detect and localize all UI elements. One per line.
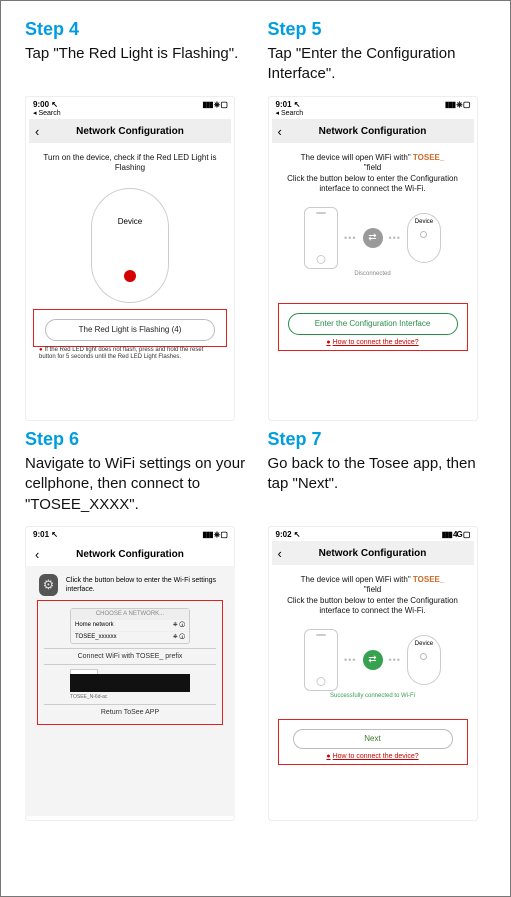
wifi-ssid-text: TOSEE_N-6d-ac <box>70 694 190 700</box>
gear-icon: ⚙ <box>39 574 58 596</box>
mini-device-icon: Device <box>407 213 441 263</box>
step6-title: Step 6 <box>25 429 250 450</box>
step5-title: Step 5 <box>268 19 493 40</box>
device-illustration: Device <box>91 188 169 303</box>
mini-phone-icon <box>304 629 338 691</box>
step5: Step 5 Tap "Enter the Configuration Inte… <box>268 19 493 421</box>
link-connected-icon: ⇄ <box>363 650 383 670</box>
step4-instruction: Turn on the device, check if the Red LED… <box>31 149 229 178</box>
connection-diagram: ••• ⇄ ••• Device <box>274 207 472 269</box>
status-icons: ▮▮▮ ⎈ ▢ <box>202 100 227 117</box>
nav-bar: ‹ Network Configuration <box>272 119 474 143</box>
step7-desc: Go back to the Tosee app, then tap "Next… <box>268 454 493 516</box>
status-bar: 9:01 ↖◂ Search ▮▮▮ ⎈ ▢ <box>268 96 478 117</box>
status-bar: 9:00 ↖◂ Search ▮▮▮ ⎈ ▢ <box>25 96 235 117</box>
status-icons: ▮▮▮ ⎈ ▢ <box>202 530 227 540</box>
mini-phone-icon <box>304 207 338 269</box>
red-led-icon <box>124 270 136 282</box>
nav-title: Network Configuration <box>76 126 184 137</box>
next-button[interactable]: Next <box>293 729 453 749</box>
enter-config-button[interactable]: Enter the Configuration Interface <box>288 313 458 335</box>
how-to-connect-link[interactable]: ●How to connect the device? <box>283 339 463 346</box>
step4-warning: ●If the Red LED light does not flash, pr… <box>31 347 229 362</box>
step7: Step 7 Go back to the Tosee app, then ta… <box>268 429 493 821</box>
connected-label: Successfully connected to Wi-Fi <box>274 693 472 699</box>
step5-highlight: Enter the Configuration Interface ●How t… <box>278 303 468 351</box>
step5-msg: The device will open WiFi with" TOSEE_ "… <box>274 149 472 199</box>
step4-title: Step 4 <box>25 19 250 40</box>
back-icon[interactable]: ‹ <box>278 546 282 561</box>
step7-title: Step 7 <box>268 429 493 450</box>
disconnected-label: Disconnected <box>274 271 472 277</box>
status-icons: ▮▮▮ ⎈ ▢ <box>445 100 470 117</box>
nav-title: Network Configuration <box>76 549 184 560</box>
connect-prefix-label: Connect WiFi with TOSEE_ prefix <box>38 653 222 660</box>
step7-highlight: Next ●How to connect the device? <box>278 719 468 765</box>
step4-highlight: The Red Light is Flashing (4) <box>33 309 227 347</box>
red-light-flashing-button[interactable]: The Red Light is Flashing (4) <box>45 319 215 341</box>
return-app-label: Return ToSee APP <box>38 709 222 716</box>
wifi-networks-list[interactable]: CHOOSE A NETWORK... Home network⎈ ⓘ TOSE… <box>70 608 190 644</box>
status-bar: 9:01 ↖ ▮▮▮ ⎈ ▢ <box>25 526 235 540</box>
back-icon[interactable]: ‹ <box>35 124 39 139</box>
back-icon[interactable]: ‹ <box>35 547 39 562</box>
connection-diagram: ••• ⇄ ••• Device <box>274 629 472 691</box>
step6-desc: Navigate to WiFi settings on your cellph… <box>25 454 250 516</box>
back-search-label[interactable]: ◂ Search <box>33 109 61 117</box>
step5-phone: 9:01 ↖◂ Search ▮▮▮ ⎈ ▢ ‹ Network Configu… <box>268 96 478 421</box>
step6: Step 6 Navigate to WiFi settings on your… <box>25 429 250 821</box>
nav-bar: ‹ Network Configuration <box>29 542 231 566</box>
how-to-connect-link[interactable]: ●How to connect the device? <box>283 753 463 760</box>
back-icon[interactable]: ‹ <box>278 124 282 139</box>
step4-phone: 9:00 ↖◂ Search ▮▮▮ ⎈ ▢ ‹ Network Configu… <box>25 96 235 421</box>
nav-title: Network Configuration <box>319 126 427 137</box>
wifi-ssid-card <box>70 674 190 692</box>
status-icons: ▮▮▮ 4G ▢ <box>442 530 470 539</box>
nav-bar: ‹ Network Configuration <box>29 119 231 143</box>
nav-bar: ‹ Network Configuration <box>272 541 474 565</box>
status-bar: 9:02 ↖ ▮▮▮ 4G ▢ <box>268 526 478 539</box>
step4-desc: Tap "The Red Light is Flashing". <box>25 44 250 86</box>
step6-phone: 9:01 ↖ ▮▮▮ ⎈ ▢ ‹ Network Configuration ⚙… <box>25 526 235 821</box>
settings-hint: ⚙ Click the button below to enter the Wi… <box>31 568 229 598</box>
mini-device-icon: Device <box>407 635 441 685</box>
link-disconnected-icon: ⇄ <box>363 228 383 248</box>
step5-desc: Tap "Enter the Configuration Interface". <box>268 44 493 86</box>
step7-phone: 9:02 ↖ ▮▮▮ 4G ▢ ‹ Network Configuration … <box>268 526 478 821</box>
step6-highlight: CHOOSE A NETWORK... Home network⎈ ⓘ TOSE… <box>37 600 223 725</box>
step7-msg: The device will open WiFi with" TOSEE_ "… <box>274 571 472 621</box>
nav-title: Network Configuration <box>319 548 427 559</box>
step4: Step 4 Tap "The Red Light is Flashing". … <box>25 19 250 421</box>
